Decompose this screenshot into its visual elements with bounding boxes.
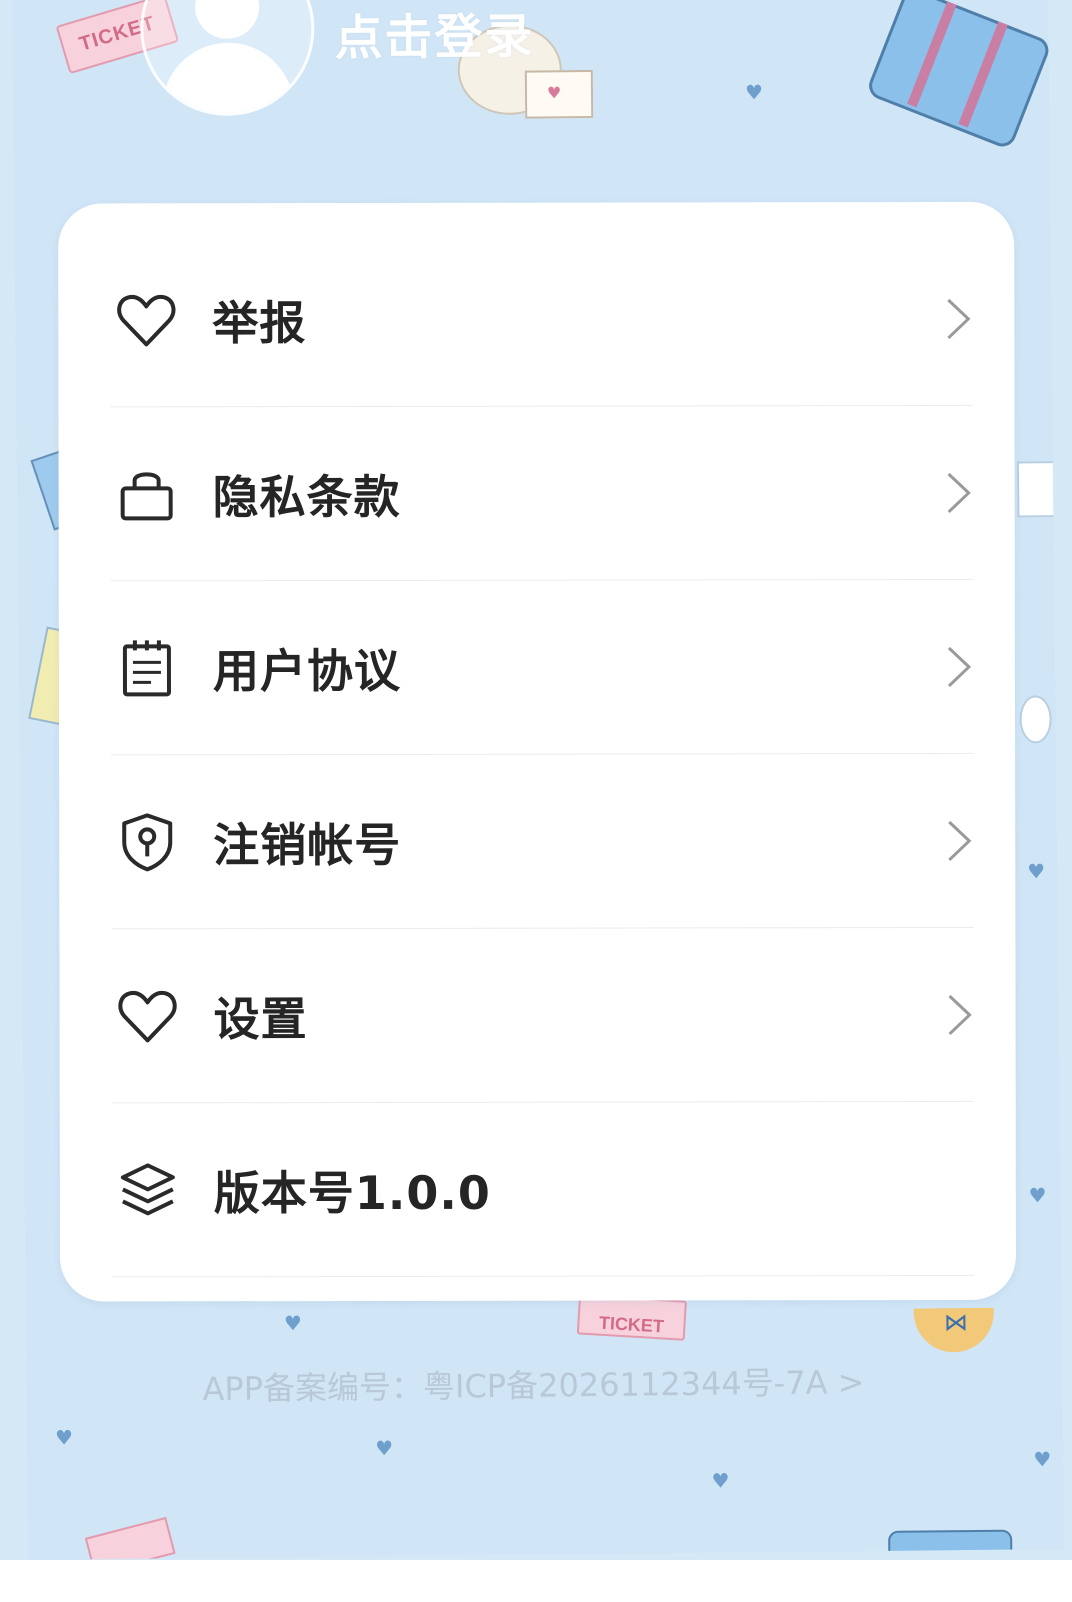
chevron-right-icon bbox=[948, 994, 972, 1036]
notepad-icon bbox=[117, 638, 177, 698]
icp-filing-link[interactable]: APP备案编号：粤ICP备2026112344号-7A > bbox=[202, 1357, 864, 1410]
chevron-right-icon bbox=[947, 472, 971, 514]
dot-heart-icon: ♥ bbox=[1028, 1183, 1047, 1208]
menu-item-privacy[interactable]: 隐私条款 bbox=[110, 406, 972, 582]
heart-icon bbox=[116, 290, 176, 350]
side-sticker bbox=[1016, 461, 1056, 518]
menu-item-user-agreement[interactable]: 用户协议 bbox=[111, 580, 973, 756]
bow-icon: ⋈ bbox=[943, 1308, 969, 1337]
side-sticker bbox=[1019, 695, 1052, 744]
heart-sticker-icon: ♥ bbox=[546, 83, 562, 103]
menu-item-label: 隐私条款 bbox=[212, 469, 401, 525]
menu-item-delete-account[interactable]: 注销帐号 bbox=[111, 754, 973, 930]
dot-heart-icon: ♥ bbox=[375, 1436, 394, 1461]
menu-item-settings[interactable]: 设置 bbox=[111, 928, 973, 1104]
app-screen: TICKET ♥ TICKET ⋈ ♥ ♥ ♥ ♥ ♥ ♥ ♥ ♥ 点击登录 举… bbox=[12, 0, 1065, 1560]
suitcase-sticker bbox=[888, 1529, 1013, 1560]
dot-heart-icon: ♥ bbox=[1033, 1447, 1052, 1472]
heart-icon bbox=[118, 986, 178, 1046]
avatar-head bbox=[194, 0, 260, 40]
ticket-sticker bbox=[84, 1516, 176, 1560]
avatar[interactable] bbox=[139, 0, 316, 117]
ticket-sticker: TICKET bbox=[576, 1294, 687, 1341]
menu-item-report[interactable]: 举报 bbox=[110, 232, 972, 408]
chevron-right-icon bbox=[947, 298, 971, 340]
dot-heart-icon: ♥ bbox=[711, 1468, 730, 1493]
menu-item-label: 举报 bbox=[212, 296, 307, 351]
avatar-body bbox=[161, 42, 295, 117]
ticket-text: TICKET bbox=[598, 1312, 665, 1337]
chevron-right-icon bbox=[947, 646, 972, 688]
lock-icon bbox=[117, 464, 177, 524]
layers-icon bbox=[118, 1160, 178, 1220]
menu-item-version: 版本号1.0.0 bbox=[112, 1102, 974, 1278]
menu-item-label: 用户协议 bbox=[212, 643, 401, 699]
bottom-edge bbox=[0, 1560, 1072, 1602]
dot-heart-icon: ♥ bbox=[283, 1311, 302, 1336]
suitcase-sticker bbox=[864, 0, 1053, 151]
menu-item-label: 设置 bbox=[213, 992, 308, 1047]
shield-key-icon bbox=[117, 812, 177, 872]
dot-heart-icon: ♥ bbox=[1027, 859, 1046, 884]
menu-card: 举报 隐私条款 用户协议 注销帐号 设置 版本号1.0.0 bbox=[58, 201, 1017, 1302]
menu-item-label: 注销帐号 bbox=[213, 817, 402, 873]
version-label: 版本号1.0.0 bbox=[213, 1165, 491, 1221]
dot-heart-icon: ♥ bbox=[744, 80, 764, 105]
chevron-right-icon bbox=[948, 820, 972, 862]
dot-heart-icon: ♥ bbox=[54, 1425, 74, 1450]
login-button[interactable]: 点击登录 bbox=[334, 0, 535, 69]
